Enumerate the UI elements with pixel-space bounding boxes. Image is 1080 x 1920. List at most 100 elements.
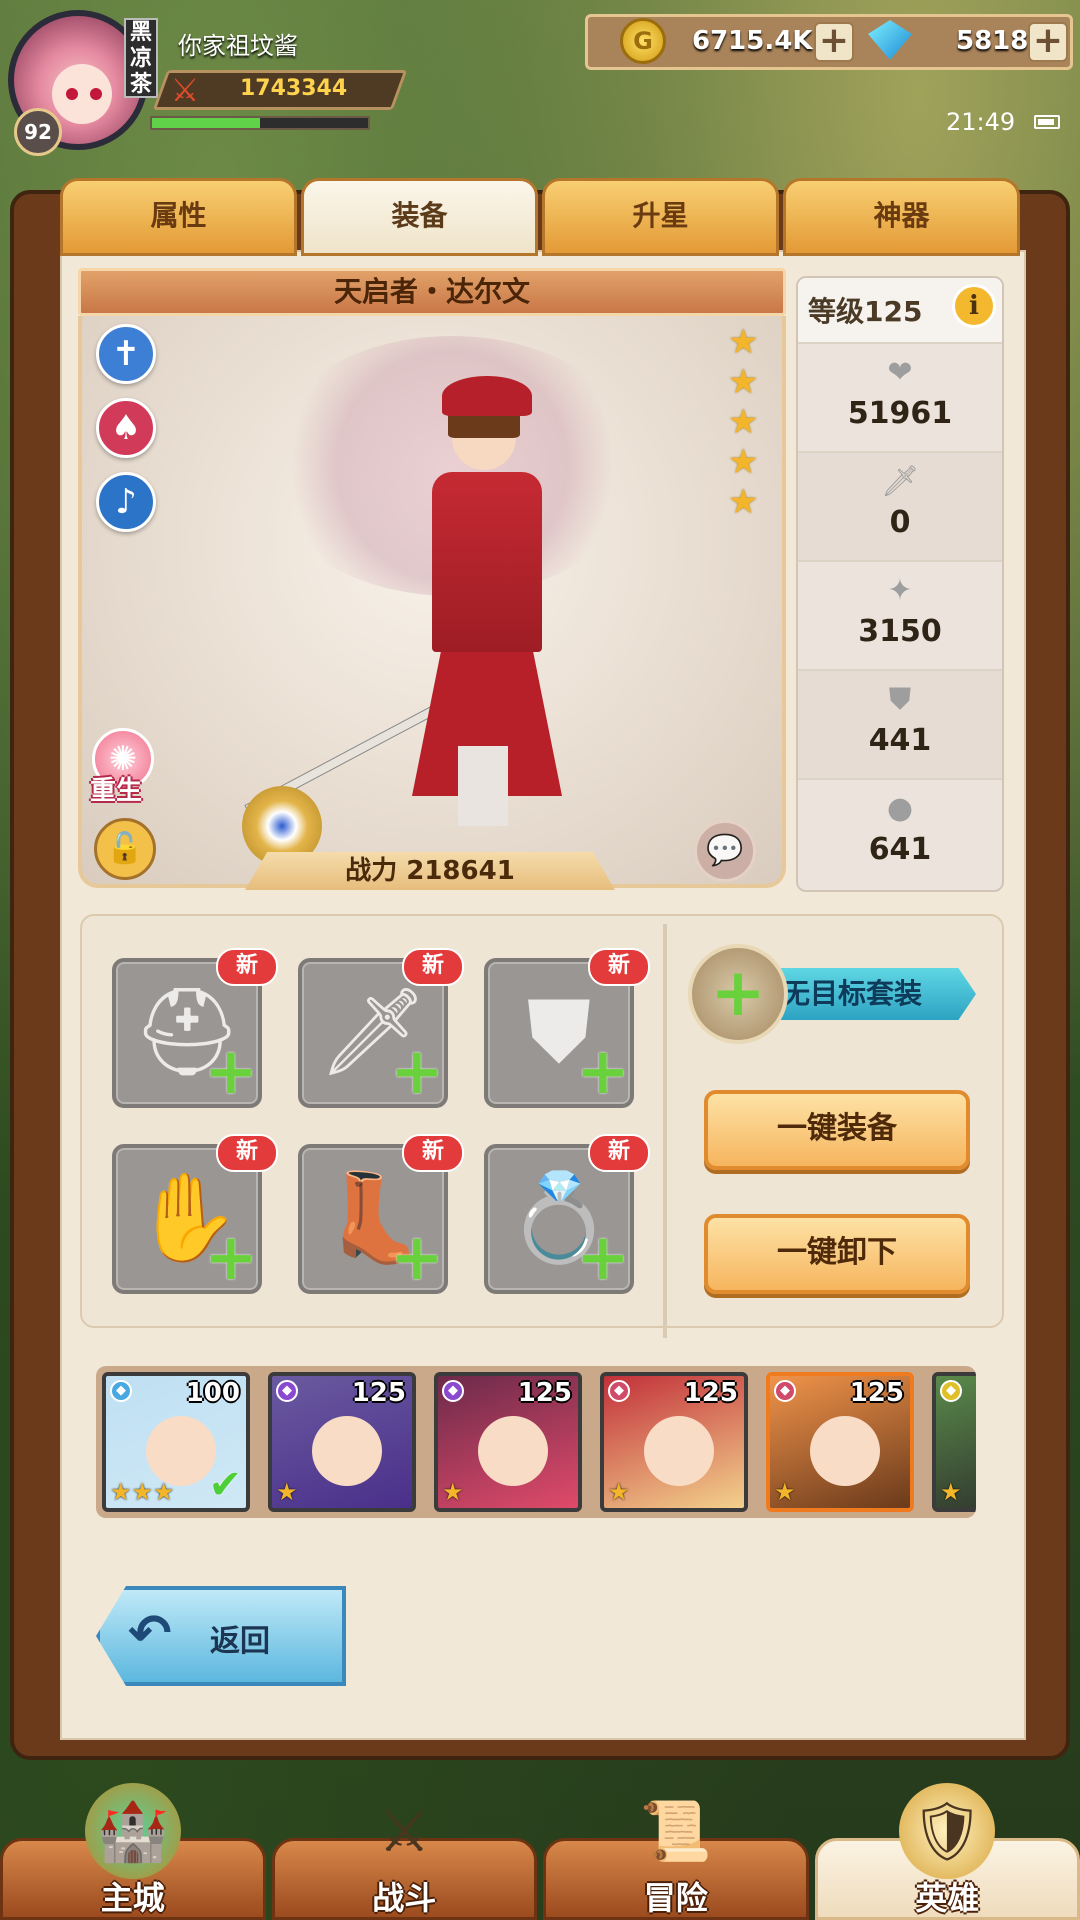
hero-card-stars: ★ <box>940 1478 962 1506</box>
hero-card-level: 125 <box>683 1378 738 1408</box>
magic-star-icon: ✦ <box>887 573 913 608</box>
nav-hero[interactable]: 🛡 英雄 <box>814 1783 1080 1920</box>
checkmark-icon: ✔ <box>208 1462 242 1508</box>
hero-card-level: 125 <box>517 1378 572 1408</box>
hero-name: 天启者・达尔文 <box>78 268 786 316</box>
tab-artifact[interactable]: 神器 <box>783 178 1020 256</box>
gold-coin-icon: G <box>620 18 666 64</box>
water-drop-icon: ● <box>886 791 914 826</box>
hero-card-stars: ★★★ <box>110 1478 175 1506</box>
hero-model[interactable] <box>402 376 562 836</box>
hero-card-level: 100 <box>185 1378 240 1408</box>
player-combat-power: 1743344 <box>240 76 348 101</box>
tab-equipment[interactable]: 装备 <box>301 178 538 256</box>
tab-star-up[interactable]: 升星 <box>542 178 779 256</box>
equipment-divider <box>663 924 667 1338</box>
stat-attack: 🗡 0 <box>798 451 1002 560</box>
add-icon: + <box>390 1221 444 1295</box>
unequip-all-button[interactable]: 一键卸下 <box>704 1214 970 1294</box>
add-gold-button[interactable]: + <box>814 22 854 62</box>
class-icon: ◆ <box>940 1380 962 1402</box>
hero-card[interactable]: ◆ 125 ★ <box>268 1372 416 1512</box>
new-badge: 新 <box>402 948 464 986</box>
stat-defense-value: 441 <box>868 723 932 758</box>
equip-slot-weapon[interactable]: 🗡 + 新 <box>298 948 464 1109</box>
back-arrow-icon[interactable]: ↶ <box>128 1604 172 1664</box>
equip-all-button[interactable]: 一键装备 <box>704 1090 970 1170</box>
hero-tabs: 属性 装备 升星 神器 <box>60 178 1020 256</box>
add-icon: + <box>204 1035 258 1109</box>
hero-card-level: 125 <box>351 1378 406 1408</box>
hero-card[interactable]: ◆ 125 ★ <box>766 1372 914 1512</box>
hero-face <box>810 1416 880 1486</box>
music-note-icon[interactable]: ♪ <box>96 472 156 532</box>
hero-portrait <box>78 316 786 888</box>
nav-label: 英雄 <box>915 1879 980 1917</box>
holy-cross-icon[interactable]: ✝ <box>96 324 156 384</box>
crossed-swords-icon: ⚔ <box>170 71 200 109</box>
unlock-icon[interactable]: 🔓 <box>94 818 156 880</box>
shield-icon: ⛊ <box>888 682 912 717</box>
stat-magic-value: 3150 <box>858 614 942 649</box>
hero-card-stars: ★ <box>774 1478 796 1506</box>
hero-list[interactable]: ◆ 100 ★★★ ✔ ◆ 125 ★ ◆ 125 ★ ◆ 125 ★ ◆ 125 ★ ◆ ★ <box>96 1366 976 1518</box>
tab-attributes[interactable]: 属性 <box>60 178 297 256</box>
add-gems-button[interactable]: + <box>1028 22 1068 62</box>
guild-tag: 黑凉茶 <box>124 18 158 98</box>
equip-slot-helmet[interactable]: ⛑ + 新 <box>112 948 278 1109</box>
hero-card[interactable]: ◆ 125 ★ <box>600 1372 748 1512</box>
heart-icon: ❤ <box>887 355 913 390</box>
target-suit-button[interactable]: + 无目标套装 <box>688 944 978 1044</box>
nav-label: 主城 <box>100 1879 165 1917</box>
class-icon: ◆ <box>276 1380 298 1402</box>
class-icon: ◆ <box>608 1380 630 1402</box>
nav-adventure[interactable]: 📜 冒险 <box>543 1797 809 1920</box>
hero-card-stars: ★ <box>276 1478 298 1506</box>
hero-crest-icon: 🛡 <box>899 1783 996 1879</box>
nav-battle[interactable]: ⚔ 战斗 <box>271 1797 537 1920</box>
hero-card[interactable]: ◆ ★ <box>932 1372 976 1512</box>
target-suit-label: 无目标套装 <box>756 968 976 1020</box>
star-icon: ★ <box>728 402 759 442</box>
equip-slot-ring[interactable]: 💍 + 新 <box>484 1134 650 1295</box>
gold-amount: 6715.4K <box>692 26 813 56</box>
player-level-badge: 92 <box>14 108 62 156</box>
info-button[interactable]: i <box>952 284 996 328</box>
battery-icon <box>1034 115 1060 129</box>
add-icon: + <box>576 1221 630 1295</box>
chat-bubble-icon[interactable]: 💬 <box>694 820 756 882</box>
bottom-nav: 🏰 主城 ⚔ 战斗 📜 冒险 🛡 英雄 <box>0 1783 1080 1920</box>
add-icon: + <box>204 1221 258 1295</box>
crossed-swords-icon: ⚔ <box>378 1797 431 1865</box>
back-label[interactable]: 返回 <box>210 1616 270 1660</box>
class-icon: ◆ <box>442 1380 464 1402</box>
new-badge: 新 <box>216 948 278 986</box>
hero-card[interactable]: ◆ 100 ★★★ ✔ <box>102 1372 250 1512</box>
stat-defense: ⛊ 441 <box>798 669 1002 778</box>
experience-fill <box>152 118 260 128</box>
rebirth-label[interactable]: 重生 <box>90 770 142 807</box>
nav-main-city[interactable]: 🏰 主城 <box>0 1783 266 1920</box>
star-icon: ★ <box>728 482 759 522</box>
hero-stats-panel: 等级125 ❤ 51961 🗡 0 ✦ 3150 ⛊ 441 ● 641 <box>796 276 1004 892</box>
equip-slot-boots[interactable]: 👢 + 新 <box>298 1134 464 1295</box>
class-icon: ◆ <box>110 1380 132 1402</box>
add-icon: + <box>390 1035 444 1109</box>
hero-face <box>478 1416 548 1486</box>
add-icon: + <box>688 944 788 1044</box>
experience-bar <box>150 116 370 130</box>
nav-label: 战斗 <box>372 1879 437 1917</box>
clock: 21:49 <box>946 108 1016 136</box>
hero-card[interactable]: ◆ 125 ★ <box>434 1372 582 1512</box>
gem-amount: 5818 <box>956 26 1029 56</box>
hero-card-stars: ★ <box>608 1478 630 1506</box>
new-badge: 新 <box>216 1134 278 1172</box>
lotus-class-icon[interactable]: ♠ <box>96 398 156 458</box>
hero-face <box>644 1416 714 1486</box>
equip-slot-gloves[interactable]: ✋ + 新 <box>112 1134 278 1295</box>
new-badge: 新 <box>402 1134 464 1172</box>
equip-slot-armor[interactable]: ⛊ + 新 <box>484 948 650 1108</box>
class-icon: ◆ <box>774 1380 796 1402</box>
hero-card-stars: ★ <box>442 1478 464 1506</box>
nav-label: 冒险 <box>643 1879 708 1917</box>
